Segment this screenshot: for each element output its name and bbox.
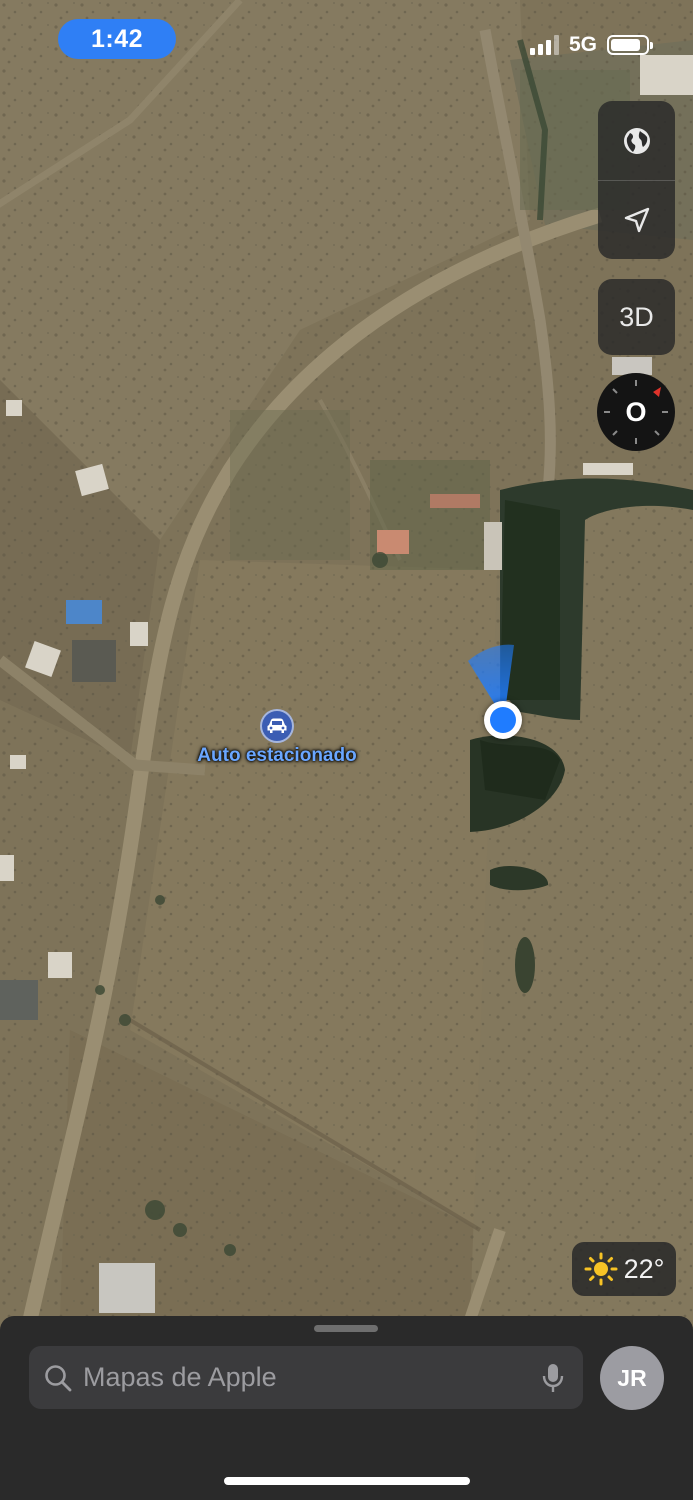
search-field[interactable]: Mapas de Apple bbox=[29, 1346, 583, 1409]
microphone-icon[interactable] bbox=[541, 1362, 565, 1394]
home-indicator[interactable] bbox=[224, 1477, 470, 1485]
battery-icon bbox=[607, 35, 653, 55]
tracking-button[interactable] bbox=[598, 180, 675, 259]
network-type: 5G bbox=[568, 33, 597, 56]
parked-car-pin[interactable] bbox=[260, 709, 294, 743]
bottom-sheet: Mapas de Apple JR bbox=[0, 1316, 693, 1500]
profile-avatar[interactable]: JR bbox=[600, 1346, 664, 1410]
globe-icon bbox=[623, 127, 650, 154]
location-arrow-icon bbox=[624, 207, 649, 233]
compass-button[interactable]: O bbox=[597, 373, 675, 451]
search-icon bbox=[45, 1364, 72, 1391]
location-dot-icon[interactable] bbox=[484, 701, 522, 739]
car-icon bbox=[267, 718, 287, 733]
parked-car-label[interactable]: Auto estacionado bbox=[170, 745, 384, 767]
map-mode-button[interactable] bbox=[598, 101, 675, 180]
status-time-pill[interactable]: 1:42 bbox=[58, 19, 176, 59]
compass-heading: O bbox=[625, 396, 647, 427]
temperature: 22° bbox=[623, 1253, 665, 1284]
map-controls bbox=[598, 101, 675, 259]
search-placeholder: Mapas de Apple bbox=[83, 1362, 277, 1392]
cellular-signal-icon bbox=[529, 35, 559, 55]
status-indicators: 5G bbox=[529, 33, 653, 57]
sun-icon bbox=[584, 1252, 618, 1286]
weather-badge[interactable]: 22° bbox=[572, 1242, 676, 1296]
sheet-grabber[interactable] bbox=[314, 1325, 378, 1332]
view-3d-button[interactable]: 3D bbox=[598, 279, 675, 355]
